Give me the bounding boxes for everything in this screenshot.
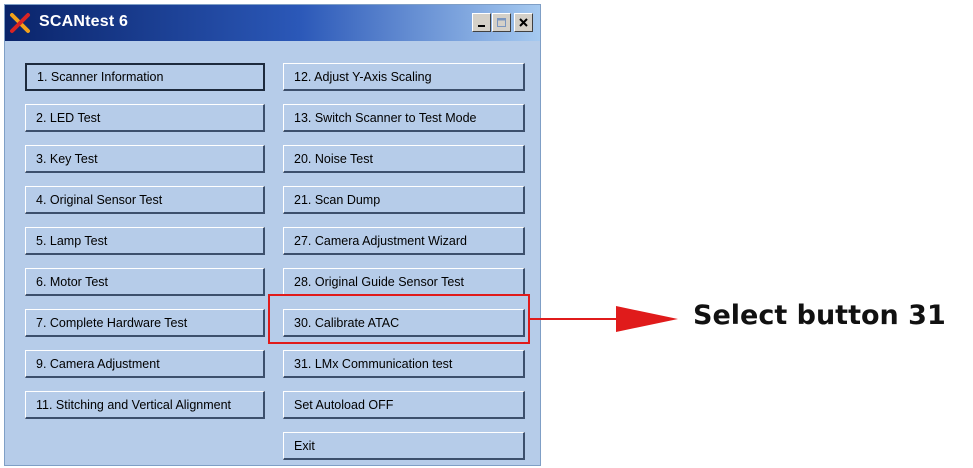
- original-sensor-test-button[interactable]: 4. Original Sensor Test: [25, 186, 265, 214]
- stitching-vertical-alignment-button[interactable]: 11. Stitching and Vertical Alignment: [25, 391, 265, 419]
- minimize-button[interactable]: [472, 13, 491, 32]
- set-autoload-off-button[interactable]: Set Autoload OFF: [283, 391, 525, 419]
- arrow-head-icon: [616, 306, 678, 332]
- led-test-button[interactable]: 2. LED Test: [25, 104, 265, 132]
- switch-scanner-test-mode-button[interactable]: 13. Switch Scanner to Test Mode: [283, 104, 525, 132]
- noise-test-button[interactable]: 20. Noise Test: [283, 145, 525, 173]
- exit-button[interactable]: Exit: [283, 432, 525, 460]
- minimize-icon: [478, 25, 485, 27]
- title-bar[interactable]: SCANtest 6: [5, 5, 540, 41]
- adjust-y-axis-scaling-button[interactable]: 12. Adjust Y-Axis Scaling: [283, 63, 525, 91]
- lmx-communication-test-button[interactable]: 31. LMx Communication test: [283, 350, 525, 378]
- callout-text: Select button 31: [693, 300, 946, 331]
- arrow-line: [530, 318, 620, 320]
- close-button[interactable]: [514, 13, 533, 32]
- maximize-icon: [497, 18, 506, 27]
- window-title: SCANtest 6: [39, 13, 129, 30]
- scan-dump-button[interactable]: 21. Scan Dump: [283, 186, 525, 214]
- lamp-test-button[interactable]: 5. Lamp Test: [25, 227, 265, 255]
- highlight-box: [268, 294, 530, 344]
- camera-adjustment-button[interactable]: 9. Camera Adjustment: [25, 350, 265, 378]
- key-test-button[interactable]: 3. Key Test: [25, 145, 265, 173]
- scanner-information-button[interactable]: 1. Scanner Information: [25, 63, 265, 91]
- scantest-window: SCANtest 6 1. Scanner Information 2. LED…: [4, 4, 541, 466]
- scantest-x-icon: [10, 13, 30, 33]
- camera-adjustment-wizard-button[interactable]: 27. Camera Adjustment Wizard: [283, 227, 525, 255]
- complete-hardware-test-button[interactable]: 7. Complete Hardware Test: [25, 309, 265, 337]
- original-guide-sensor-test-button[interactable]: 28. Original Guide Sensor Test: [283, 268, 525, 296]
- close-icon: [519, 18, 528, 27]
- motor-test-button[interactable]: 6. Motor Test: [25, 268, 265, 296]
- maximize-button[interactable]: [492, 13, 511, 32]
